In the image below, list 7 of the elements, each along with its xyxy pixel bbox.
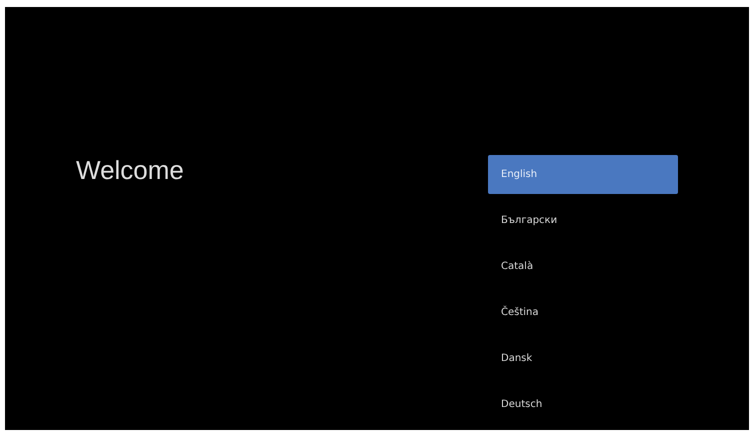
language-option[interactable]: Čeština <box>488 293 678 332</box>
language-option[interactable]: Dansk <box>488 339 678 378</box>
language-option[interactable]: Català <box>488 247 678 286</box>
welcome-title: Welcome <box>76 155 185 185</box>
language-option[interactable]: Български <box>488 201 678 240</box>
language-option[interactable]: English <box>488 155 678 194</box>
language-option[interactable]: Deutsch <box>488 385 678 424</box>
